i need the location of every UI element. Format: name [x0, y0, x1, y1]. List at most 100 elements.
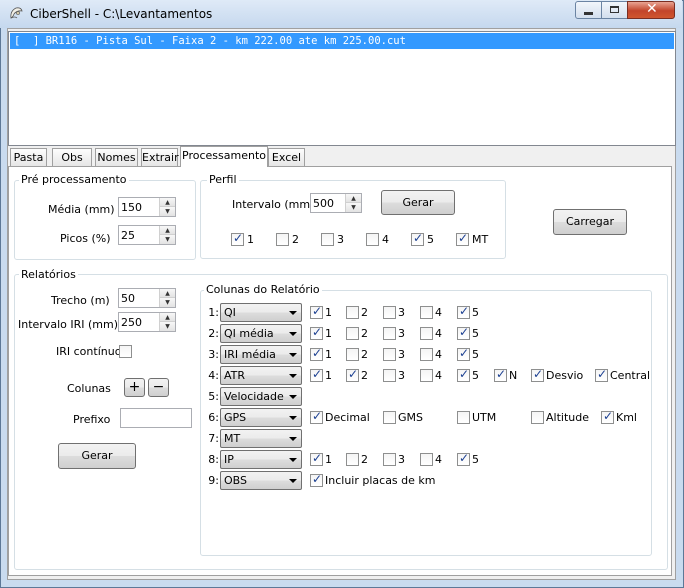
column-option-label: 1 [325, 369, 332, 382]
column-option-checkbox[interactable] [420, 453, 433, 466]
spin-down-icon[interactable]: ▼ [160, 322, 175, 331]
trecho-label: Trecho (m) [51, 294, 110, 307]
column-option-checkbox[interactable] [601, 409, 614, 424]
column-option-checkbox[interactable] [383, 348, 396, 361]
iri-interval-spinner[interactable]: ▲▼ [118, 312, 176, 332]
perfil-checkbox[interactable] [321, 233, 334, 246]
column-option-label: UTM [472, 411, 497, 424]
remove-column-button[interactable]: − [148, 378, 169, 397]
spin-down-icon[interactable]: ▼ [160, 235, 175, 244]
column-option-checkbox[interactable] [531, 367, 544, 382]
column-option-checkbox[interactable] [310, 367, 323, 382]
column-option-checkbox[interactable] [457, 367, 470, 382]
column-option-label: 5 [472, 453, 479, 466]
column-option-checkbox[interactable] [457, 325, 470, 340]
preproc-group [14, 180, 196, 260]
picos-input[interactable] [121, 227, 159, 243]
tab-nomes[interactable]: Nomes [95, 148, 138, 166]
perfil-gerar-button[interactable]: Gerar [381, 190, 455, 215]
spin-up-icon[interactable]: ▲ [346, 194, 361, 203]
column-type-select[interactable]: GPS [220, 408, 302, 427]
column-type-select[interactable]: ATR [220, 366, 302, 385]
file-list[interactable]: [ ] BR116 - Pista Sul - Faixa 2 - km 222… [8, 31, 676, 146]
tab-pasta[interactable]: Pasta [10, 148, 47, 166]
column-option-checkbox[interactable] [346, 367, 359, 382]
trecho-input[interactable] [121, 290, 159, 306]
column-type-select[interactable]: OBS [220, 471, 302, 490]
column-option-checkbox[interactable] [346, 327, 359, 340]
perfil-checkbox-label: MT [472, 233, 489, 246]
column-option-checkbox[interactable] [383, 327, 396, 340]
picos-spinner[interactable]: ▲▼ [118, 225, 176, 245]
perfil-checkbox-label: 5 [427, 233, 434, 246]
iri-interval-input[interactable] [121, 314, 159, 330]
tab-extrair[interactable]: Extrair [141, 148, 179, 166]
column-option-checkbox[interactable] [346, 306, 359, 319]
column-type-select[interactable]: IP [220, 450, 302, 469]
column-option-checkbox[interactable] [383, 411, 396, 424]
column-type-select[interactable]: QI média [220, 324, 302, 343]
spin-up-icon[interactable]: ▲ [160, 313, 175, 322]
column-option-checkbox[interactable] [420, 348, 433, 361]
perfil-checkbox[interactable] [411, 231, 424, 246]
column-type-select[interactable]: Velocidade [220, 387, 302, 406]
column-option-checkbox[interactable] [310, 451, 323, 466]
media-spinner[interactable]: ▲▼ [118, 197, 176, 217]
column-option-checkbox[interactable] [420, 327, 433, 340]
chevron-down-icon [289, 395, 297, 399]
column-option-checkbox[interactable] [531, 411, 544, 424]
column-type-select[interactable]: IRI média [220, 345, 302, 364]
perfil-checkbox[interactable] [231, 231, 244, 246]
column-option-checkbox[interactable] [420, 369, 433, 382]
column-option-checkbox[interactable] [383, 369, 396, 382]
perfil-intervalo-spinner[interactable]: ▲▼ [310, 193, 362, 213]
column-option-checkbox[interactable] [494, 367, 507, 382]
prefixo-input[interactable] [120, 408, 192, 428]
perfil-intervalo-input[interactable] [313, 195, 345, 211]
spin-up-icon[interactable]: ▲ [160, 198, 175, 207]
column-type-select[interactable]: QI [220, 303, 302, 322]
spin-down-icon[interactable]: ▼ [160, 298, 175, 307]
relatorios-title: Relatórios [19, 268, 78, 281]
close-button[interactable]: ✕ [627, 1, 675, 19]
column-option-checkbox[interactable] [383, 453, 396, 466]
spin-down-icon[interactable]: ▼ [160, 207, 175, 216]
column-option-checkbox[interactable] [457, 346, 470, 361]
tab-obs[interactable]: Obs [52, 148, 92, 166]
tab-processamento[interactable]: Processamento [180, 146, 268, 167]
add-column-button[interactable]: + [124, 378, 145, 397]
perfil-checkbox[interactable] [276, 233, 289, 246]
media-input[interactable] [121, 199, 159, 215]
column-option-checkbox[interactable] [310, 346, 323, 361]
column-option-checkbox[interactable] [310, 472, 323, 487]
spin-down-icon[interactable]: ▼ [346, 203, 361, 212]
column-option-checkbox[interactable] [383, 306, 396, 319]
column-option-checkbox[interactable] [457, 304, 470, 319]
minimize-button[interactable] [575, 1, 602, 19]
column-option-checkbox[interactable] [310, 325, 323, 340]
chevron-down-icon [289, 332, 297, 336]
carregar-button[interactable]: Carregar [553, 209, 627, 235]
file-list-item[interactable]: [ ] BR116 - Pista Sul - Faixa 2 - km 222… [10, 33, 674, 49]
column-option-checkbox[interactable] [457, 411, 470, 424]
column-option-label: 5 [472, 306, 479, 319]
column-type-select[interactable]: MT [220, 429, 302, 448]
column-option-checkbox[interactable] [310, 409, 323, 424]
column-option-checkbox[interactable] [595, 367, 608, 382]
column-option-label: 3 [398, 306, 405, 319]
relatorios-gerar-button[interactable]: Gerar [58, 443, 136, 469]
spin-up-icon[interactable]: ▲ [160, 226, 175, 235]
maximize-button[interactable] [601, 1, 628, 19]
tab-excel[interactable]: Excel [268, 148, 305, 166]
perfil-checkbox[interactable] [456, 231, 469, 246]
trecho-spinner[interactable]: ▲▼ [118, 288, 176, 308]
column-option-checkbox[interactable] [420, 306, 433, 319]
perfil-checkbox[interactable] [366, 233, 379, 246]
column-option-checkbox[interactable] [310, 304, 323, 319]
title-bar[interactable]: CiberShell - C:\Levantamentos ✕ [0, 0, 682, 28]
column-option-checkbox[interactable] [457, 451, 470, 466]
column-option-checkbox[interactable] [346, 348, 359, 361]
column-option-checkbox[interactable] [346, 453, 359, 466]
spin-up-icon[interactable]: ▲ [160, 289, 175, 298]
iri-continuo-checkbox[interactable] [119, 345, 132, 358]
